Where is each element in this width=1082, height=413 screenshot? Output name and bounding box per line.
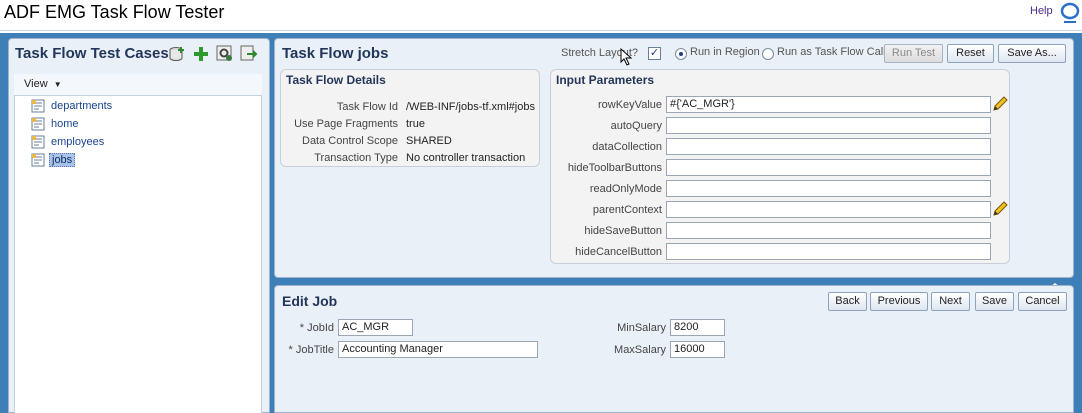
detail-label: Use Page Fragments — [294, 118, 398, 130]
max-salary-input[interactable]: 16000 — [670, 341, 725, 358]
param-input-hidetoolbarbuttons[interactable] — [666, 159, 991, 176]
min-salary-input[interactable]: 8200 — [670, 319, 725, 336]
input-parameters-title: Input Parameters — [556, 73, 655, 87]
param-input-parentcontext[interactable] — [666, 201, 991, 218]
panel-splitter[interactable] — [274, 279, 1074, 284]
pencil-icon[interactable] — [992, 201, 1008, 217]
param-label-hidecancelbutton: hideCancelButton — [575, 246, 662, 258]
detail-value: true — [406, 118, 425, 130]
cancel-button[interactable]: Cancel — [1018, 292, 1067, 311]
run-as-call-label: Run as Task Flow Call — [777, 46, 886, 58]
param-label-hidesavebutton: hideSaveButton — [584, 225, 662, 237]
database-icon[interactable] — [168, 45, 186, 63]
run-in-region-radio[interactable] — [675, 48, 687, 60]
app-title: ADF EMG Task Flow Tester — [4, 2, 225, 22]
save-as-button[interactable]: Save As... — [998, 44, 1066, 63]
tree-item-label: employees — [51, 136, 105, 148]
tree-item-employees[interactable]: employees — [31, 134, 106, 150]
param-input-rowkeyvalue[interactable]: #{'AC_MGR'} — [666, 96, 991, 113]
detail-value: SHARED — [406, 135, 452, 147]
detail-label: Task Flow Id — [336, 101, 398, 113]
task-flow-title: Task Flow jobs — [282, 45, 389, 62]
tree-item-home[interactable]: home — [31, 116, 81, 132]
help-link[interactable]: Help — [1030, 5, 1053, 17]
tree-item-departments[interactable]: departments — [31, 98, 114, 114]
task-flow-icon — [31, 135, 45, 149]
param-input-datacollection[interactable] — [666, 138, 991, 155]
task-flow-icon — [31, 117, 45, 131]
tree-item-label: departments — [51, 100, 113, 112]
detail-value: /WEB-INF/jobs-tf.xml#jobs — [406, 101, 535, 113]
param-label-parentcontext: parentContext — [592, 204, 662, 216]
param-label-readonlymode: readOnlyMode — [589, 183, 662, 195]
chevron-down-icon: ▼ — [53, 80, 62, 89]
view-menu-button[interactable]: View ▼ — [24, 78, 62, 90]
mouse-cursor-icon — [620, 47, 634, 66]
save-button[interactable]: Save — [975, 292, 1014, 311]
edit-job-title: Edit Job — [282, 293, 338, 309]
run-in-region-label: Run in Region — [690, 46, 760, 58]
reset-button[interactable]: Reset — [947, 44, 994, 63]
param-input-autoquery[interactable] — [666, 117, 991, 134]
job-id-input[interactable]: AC_MGR — [338, 319, 413, 336]
tree-item-jobs[interactable]: jobs — [31, 152, 76, 168]
settings-icon[interactable] — [216, 45, 234, 63]
previous-button[interactable]: Previous — [870, 292, 928, 311]
param-input-readonlymode[interactable] — [666, 180, 991, 197]
detail-label: Data Control Scope — [302, 135, 398, 147]
param-input-hidecancelbutton[interactable] — [666, 243, 991, 260]
job-title-input[interactable]: Accounting Manager — [338, 341, 538, 358]
stretch-layout-checkbox[interactable]: ✓ — [648, 47, 661, 60]
run-as-call-radio[interactable] — [762, 48, 774, 60]
min-salary-label: MinSalary — [617, 322, 666, 334]
run-test-button[interactable]: Run Test — [884, 44, 943, 63]
task-flow-icon — [31, 99, 45, 113]
max-salary-label: MaxSalary — [614, 344, 666, 356]
view-menu-label: View — [24, 78, 48, 90]
detail-value: No controller transaction — [406, 152, 526, 164]
back-button[interactable]: Back — [828, 292, 867, 311]
param-label-rowkeyvalue: rowKeyValue — [598, 99, 662, 111]
param-input-hidesavebutton[interactable] — [666, 222, 991, 239]
export-icon[interactable] — [240, 45, 258, 63]
oracle-help-icon[interactable] — [1060, 2, 1080, 26]
param-label-autoquery: autoQuery — [610, 120, 662, 132]
job-title-label: * JobTitle — [288, 344, 334, 356]
next-button[interactable]: Next — [931, 292, 970, 311]
task-flow-details-title: Task Flow Details — [286, 73, 386, 87]
param-label-datacollection: dataCollection — [592, 141, 662, 153]
header-divider — [0, 30, 1082, 31]
test-cases-title: Task Flow Test Cases — [15, 45, 169, 62]
task-flow-icon — [31, 153, 45, 167]
pencil-icon[interactable] — [992, 96, 1008, 112]
param-label-hidetoolbarbuttons: hideToolbarButtons — [567, 162, 662, 174]
tree-item-label: jobs — [49, 153, 76, 167]
job-id-label: * JobId — [299, 322, 334, 334]
tree-item-label: home — [51, 118, 79, 130]
add-icon[interactable] — [192, 45, 210, 63]
detail-label: Transaction Type — [314, 152, 398, 164]
